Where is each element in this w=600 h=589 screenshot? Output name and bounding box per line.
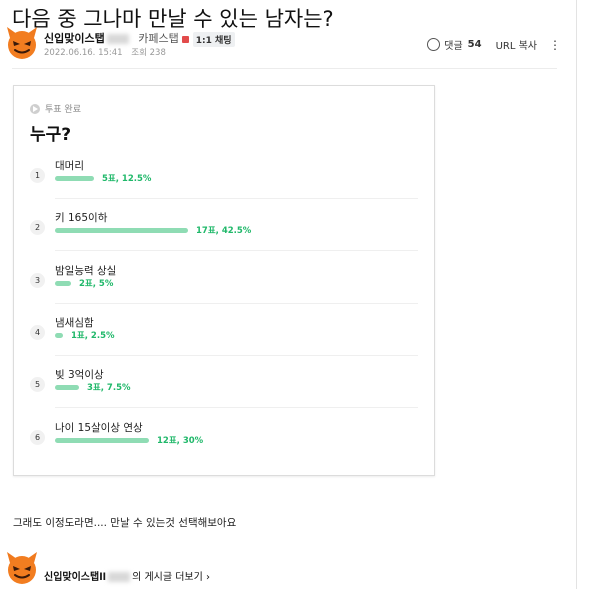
option-result: 1표, 2.5% [71,331,115,341]
option-result-bar [55,281,71,286]
poll-complete-icon [30,103,40,114]
option-label: 나이 15살이상 연상 [55,422,143,434]
post-actions: 댓글 54 URL 복사 ⋮ [427,37,561,52]
option-label: 냄새심함 [55,317,94,329]
poll-option[interactable]: 4 냄새심함 1표, 2.5% [30,315,418,367]
devil-face-icon [7,552,37,584]
comment-bubble-icon[interactable] [427,38,441,51]
post-meta: 2022.06.16. 15:41 조회 238 [44,46,166,58]
option-number: 5 [30,377,45,392]
header-divider [12,68,557,69]
author-avatar[interactable] [5,26,39,60]
option-number: 1 [30,168,45,183]
post-author: 신입맞이스탭 카페스탭 1:1 채팅 [44,30,235,47]
more-menu-icon[interactable]: ⋮ [549,38,561,52]
redacted-name-blur [106,34,129,44]
option-label: 키 165이하 [55,212,108,224]
option-result-bar [55,228,188,233]
poll-status-label: 투표 완료 [45,105,81,115]
devil-face-icon [7,27,37,59]
footer-author-nickname: 신입맞이스탭ll [44,572,107,583]
option-result-bar [55,385,79,390]
option-result: 3표, 7.5% [87,383,131,393]
post-date: 2022.06.16. 15:41 [44,48,123,58]
poll-option[interactable]: 6 나이 15살이상 연상 12표, 30% [30,420,418,472]
chat-button[interactable]: 1:1 채팅 [192,31,235,47]
option-number: 2 [30,220,45,235]
comments-label[interactable]: 댓글 [444,37,462,52]
option-result-bar [55,176,94,181]
more-posts-link[interactable]: 신입맞이스탭ll 의 게시글 더보기 › [44,568,210,583]
option-divider [55,198,418,199]
option-divider [55,407,418,408]
option-number: 3 [30,273,45,288]
poll-question: 누구? [30,125,72,145]
option-divider [55,355,418,356]
staff-badge-icon [181,35,189,43]
post-title: 다음 중 그나마 만날 수 있는 남자는? [12,7,334,31]
option-divider [55,250,418,251]
option-result-bar [55,333,63,338]
option-label: 대머리 [55,160,84,172]
url-copy-button[interactable]: URL 복사 [496,37,537,52]
poll-option[interactable]: 2 키 165이하 17표, 42.5% [30,210,418,262]
author-role: 카페스탭 [138,32,179,45]
post-views: 조회 238 [131,48,166,58]
option-label: 빚 3억이상 [55,369,104,381]
poll-status: 투표 완료 [30,102,81,115]
option-number: 4 [30,325,45,340]
poll-card: 투표 완료 누구? 1 대머리 5표, 12.5% 2 키 165이하 17표,… [13,85,435,476]
more-posts-label: 의 게시글 더보기 › [132,572,210,583]
redacted-name-blur [108,572,131,582]
option-number: 6 [30,430,45,445]
option-label: 밤일능력 상실 [55,265,117,277]
author-nickname[interactable]: 신입맞이스탭 [44,32,105,45]
footer-author-avatar[interactable] [5,551,39,585]
option-result: 12표, 30% [157,436,204,446]
option-divider [55,303,418,304]
option-result-bar [55,438,149,443]
poll-option[interactable]: 3 밤일능력 상실 2표, 5% [30,263,418,315]
poll-option[interactable]: 1 대머리 5표, 12.5% [30,158,418,210]
option-result: 2표, 5% [79,279,114,289]
post-body-text: 그래도 이정도라면.... 만날 수 있는것 선택해보아요 [13,517,237,529]
poll-option[interactable]: 5 빚 3억이상 3표, 7.5% [30,367,418,419]
comments-count[interactable]: 54 [468,39,482,50]
option-result: 5표, 12.5% [102,174,152,184]
content-right-border [576,0,577,589]
option-result: 17표, 42.5% [196,226,252,236]
